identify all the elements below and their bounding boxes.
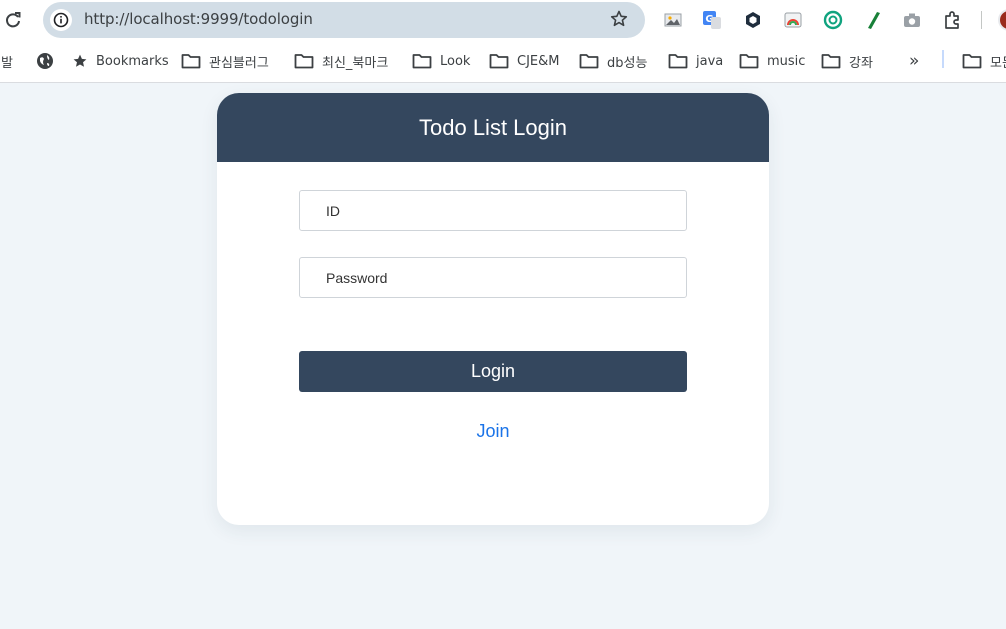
bookmark-folder-db[interactable]: db성능: [579, 51, 647, 71]
translate-extension-icon[interactable]: G: [702, 10, 722, 30]
bookmark-label: music: [767, 53, 806, 69]
bookmark-label: 모든: [990, 55, 1006, 71]
bookmark-folder-latest[interactable]: 최신_북마크: [294, 51, 388, 71]
star-icon: [73, 54, 87, 67]
bookmark-label: Bookmarks: [96, 53, 169, 69]
bookmark-star-bookmarks[interactable]: Bookmarks: [72, 51, 169, 71]
bookmark-label: Look: [440, 53, 471, 69]
bookmark-folder-blogs[interactable]: 관심블러그: [181, 51, 269, 71]
url-text[interactable]: http://localhost:9999/todologin: [84, 10, 313, 28]
globe-icon: [37, 53, 53, 69]
password-input[interactable]: [300, 258, 686, 297]
bookmark-label: 최신_북마크: [322, 55, 389, 71]
bookmark-star-icon[interactable]: [609, 9, 629, 29]
folder-icon: [821, 54, 841, 69]
bookmark-label: 개발: [0, 55, 13, 71]
browser-toolbar: http://localhost:9999/todologin G: [0, 0, 1006, 40]
join-link[interactable]: Join: [217, 421, 769, 442]
id-input[interactable]: [300, 191, 686, 230]
login-card: Todo List Login Login Join: [217, 93, 769, 525]
bookmark-folder-music[interactable]: music: [739, 51, 805, 71]
bookmarks-overflow-button[interactable]: »: [909, 51, 919, 71]
openai-extension-icon[interactable]: [823, 10, 843, 30]
puzzle-extensions-icon[interactable]: [942, 10, 962, 30]
bookmarks-bar: 개발 Bookmarks 관심블러그 최신_북마크 Look CJE&M db성…: [0, 40, 1006, 83]
login-button[interactable]: Login: [299, 351, 687, 392]
folder-icon: [579, 54, 599, 69]
bookmark-folder-lectures[interactable]: 강좌: [821, 51, 873, 71]
bookmark-folder-dev[interactable]: 개발: [0, 51, 13, 71]
bookmark-label: java: [696, 53, 724, 69]
image-extension-icon[interactable]: [663, 10, 683, 30]
site-info-button[interactable]: [50, 9, 72, 31]
bookmarks-divider: [942, 50, 944, 68]
reload-icon[interactable]: [3, 10, 23, 30]
folder-icon: [489, 54, 509, 69]
bookmark-folder-all[interactable]: 모든: [962, 51, 1006, 71]
info-icon: [53, 12, 69, 28]
folder-icon: [962, 54, 982, 69]
page-title: Todo List Login: [419, 114, 567, 140]
password-field[interactable]: [299, 257, 687, 298]
bookmark-label: db성능: [607, 55, 648, 71]
profile-avatar[interactable]: [998, 9, 1006, 31]
pen-extension-icon[interactable]: [863, 10, 883, 30]
camera-extension-icon[interactable]: [902, 10, 922, 30]
bookmark-globe[interactable]: [36, 51, 62, 71]
folder-icon: [294, 54, 314, 69]
bookmark-label: 관심블러그: [209, 55, 269, 71]
bookmark-folder-look[interactable]: Look: [412, 51, 470, 71]
bookmark-folder-cjem[interactable]: CJE&M: [489, 51, 559, 71]
bookmark-label: CJE&M: [517, 53, 560, 69]
rainbow-extension-icon[interactable]: [783, 10, 803, 30]
id-field[interactable]: [299, 190, 687, 231]
folder-icon: [739, 54, 759, 69]
login-card-header: Todo List Login: [217, 93, 769, 162]
bookmark-folder-java[interactable]: java: [668, 51, 723, 71]
folder-icon: [181, 54, 201, 69]
chevron-double-right-icon: »: [909, 51, 920, 71]
bookmark-label: 강좌: [849, 55, 873, 71]
folder-icon: [412, 54, 432, 69]
folder-icon: [668, 54, 688, 69]
hexagon-extension-icon[interactable]: [743, 10, 763, 30]
toolbar-divider: [981, 11, 982, 29]
